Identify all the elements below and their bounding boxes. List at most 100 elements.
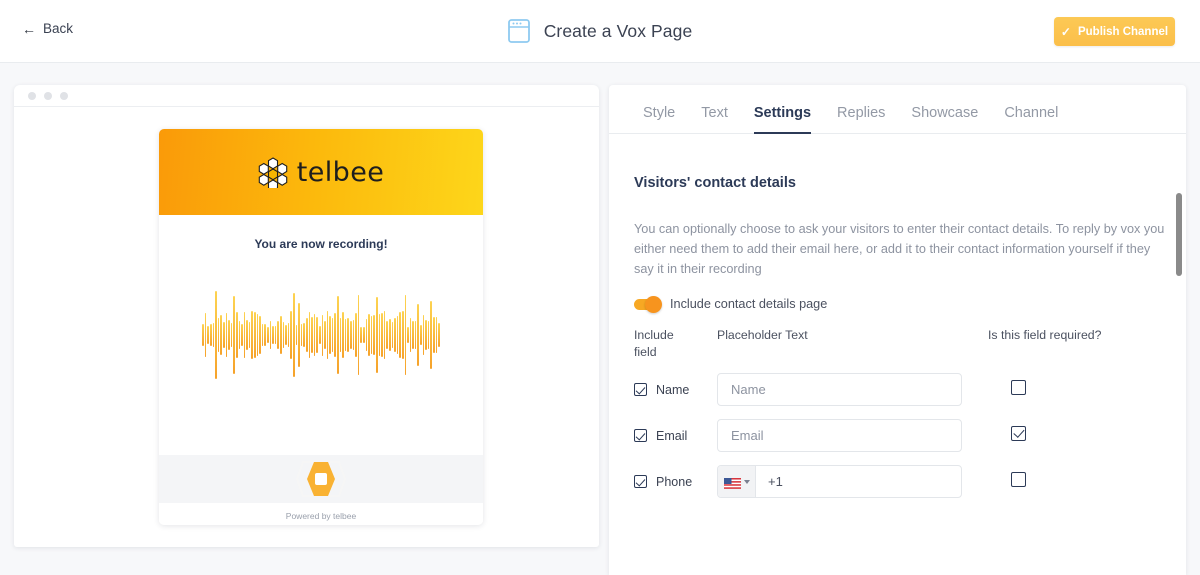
tab-text[interactable]: Text [688,105,741,133]
waveform-bar [425,320,427,349]
waveform-bar [327,311,329,359]
waveform-bar [438,323,440,347]
browser-mock-titlebar [14,85,599,107]
waveform-bar [399,312,401,358]
waveform-bar [405,295,407,374]
required-phone-checkbox[interactable] [1011,472,1026,487]
waveform-bar [257,314,259,356]
phone-placeholder-input[interactable]: +1 [717,465,962,498]
waveform-bar [342,312,344,358]
panel-scrollbar-thumb[interactable] [1176,193,1183,276]
waveform-bar [288,323,290,347]
vox-recorder-card: telbee You are now recording! Max record… [159,129,483,525]
waveform-bar [340,318,342,353]
tab-showcase[interactable]: Showcase [898,105,991,133]
waveform-bar [433,317,435,353]
waveform-bar [290,311,292,359]
publish-channel-button[interactable]: ✓ Publish Channel [1054,17,1175,46]
required-email-checkbox[interactable] [1011,426,1026,441]
waveform-bar [358,295,360,375]
section-description: You can optionally choose to ask your vi… [634,219,1170,279]
waveform-bar [345,319,347,352]
powered-by-label: Powered by telbee [159,508,483,523]
waveform-bar [267,327,269,343]
settings-panel-body: Visitors' contact details You can option… [609,175,1186,575]
tab-channel[interactable]: Channel [991,105,1071,133]
table-row: Phone [634,465,1186,498]
field-label-name: Name [656,383,689,397]
include-name-checkbox[interactable] [634,383,647,396]
waveform-bar [314,314,316,356]
name-placeholder-input[interactable]: Name [717,373,962,406]
field-label-phone: Phone [656,475,692,489]
waveform-bar [368,314,370,356]
waveform-bar [285,325,287,344]
field-label-email: Email [656,429,687,443]
settings-panel: Style Text Settings Replies Showcase Cha… [609,85,1186,575]
panel-scrollbar-track[interactable] [1177,135,1184,575]
include-contact-details-row: Include contact details page [634,297,1186,311]
waveform-bar [428,321,430,349]
tab-replies[interactable]: Replies [824,105,898,133]
waveform-bar [420,325,422,345]
waveform-bar [415,321,417,349]
waveform-bar [303,323,305,346]
waveform-bar [402,311,404,359]
waveform-bar [298,303,300,367]
browser-window-icon [508,18,530,44]
waveform-bar [226,313,228,357]
waveform-bar [379,314,381,357]
waveform-bar [363,327,365,344]
table-row: Email Email [634,419,1186,452]
check-icon: ✓ [1061,26,1071,38]
waveform-bar [430,301,432,370]
waveform-bar [316,317,318,352]
waveform-bar [251,311,253,359]
waveform-bar [220,315,222,354]
phone-value: +1 [756,474,783,489]
waveform-bar [306,318,308,351]
vox-card-footer [159,455,483,503]
waveform-bar [264,324,266,347]
waveform-bar [231,323,233,347]
publish-label: Publish Channel [1078,26,1168,38]
tab-style[interactable]: Style [630,105,688,133]
waveform-bar [280,316,282,355]
include-contact-details-toggle[interactable] [634,299,659,310]
waveform-bar [272,326,274,344]
waveform-bar [366,319,368,352]
hexagon-stop-button[interactable] [285,458,357,500]
waveform-bar [417,304,419,366]
waveform-bar [360,327,362,344]
tab-settings[interactable]: Settings [741,105,824,133]
waveform-bar [223,322,225,349]
required-name-checkbox[interactable] [1011,380,1026,395]
page-title-group: Create a Vox Page [0,18,1200,44]
country-code-selector[interactable] [718,466,756,497]
waveform-bar [355,313,357,357]
email-placeholder-input[interactable]: Email [717,419,962,452]
waveform-bar [246,320,248,350]
toggle-knob-icon [645,296,662,313]
waveform-bar [337,296,339,375]
waveform-bar [381,313,383,358]
waveform-bar [218,318,220,351]
waveform-bar [384,311,386,360]
include-phone-checkbox[interactable] [634,475,647,488]
waveform-bar [412,321,414,350]
table-row: Name Name [634,373,1186,406]
honeycomb-flower-logo-icon [258,157,288,188]
window-dot-icon [60,92,68,100]
include-email-checkbox[interactable] [634,429,647,442]
waveform-bar [394,318,396,352]
waveform-bar [347,318,349,352]
waveform-bar [249,322,251,349]
waveform-bar [371,316,373,353]
waveform-bar [239,321,241,349]
waveform-bar [301,324,303,346]
audio-waveform-icon [159,290,483,380]
waveform-bar [215,291,217,378]
waveform-bar [392,322,394,348]
column-header-placeholder-text: Placeholder Text [717,327,988,360]
waveform-bar [213,323,215,348]
